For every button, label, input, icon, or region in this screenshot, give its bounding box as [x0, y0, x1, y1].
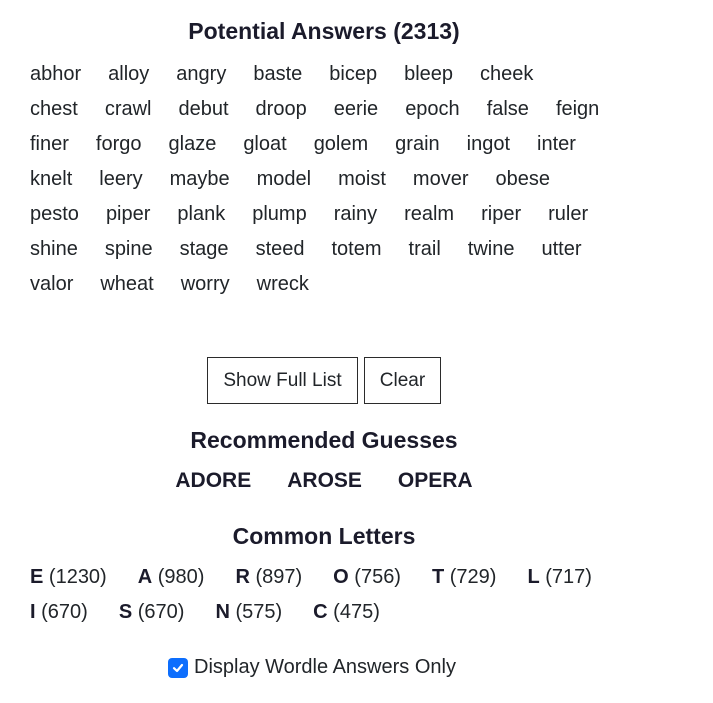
answer-word[interactable]: moist: [338, 167, 386, 192]
letter: T: [431, 566, 445, 588]
answer-word[interactable]: leery: [99, 167, 142, 192]
letter-count: (575): [235, 601, 283, 623]
clear-button[interactable]: Clear: [364, 357, 441, 404]
answer-word[interactable]: realm: [404, 202, 454, 227]
letter-frequency-item: I (670): [30, 600, 88, 625]
answer-word[interactable]: baste: [253, 62, 302, 87]
answer-word[interactable]: feign: [556, 97, 599, 122]
answer-word[interactable]: abhor: [30, 62, 81, 87]
answer-word[interactable]: obese: [496, 167, 551, 192]
recommended-guesses-list: ADORE AROSE OPERA: [0, 469, 648, 493]
recommended-guess[interactable]: AROSE: [287, 469, 362, 493]
answer-word[interactable]: false: [487, 97, 529, 122]
letter-count: (756): [354, 566, 401, 588]
letter-frequency-item: N (575): [215, 600, 282, 625]
common-letters-list: E (1230) A (980) R (897) O (756) T (729) L (7…: [30, 565, 650, 625]
answer-word[interactable]: glaze: [169, 132, 217, 157]
letter-count: (729): [449, 566, 497, 588]
answer-word[interactable]: totem: [332, 237, 382, 262]
letter: E: [30, 566, 44, 588]
answer-word[interactable]: alloy: [108, 62, 149, 87]
answer-word[interactable]: forgo: [96, 132, 142, 157]
answer-word[interactable]: bicep: [329, 62, 377, 87]
answer-word[interactable]: stage: [180, 237, 229, 262]
wordle-answers-only-checkbox[interactable]: [168, 657, 188, 678]
answer-word[interactable]: pesto: [30, 202, 79, 227]
letter-frequency-item: A (980): [138, 565, 205, 590]
answer-word[interactable]: trail: [409, 237, 441, 262]
answer-word[interactable]: maybe: [170, 167, 230, 192]
answer-word[interactable]: wheat: [100, 272, 153, 297]
answer-word[interactable]: finer: [30, 132, 69, 157]
letter-count: (980): [157, 566, 205, 588]
recommended-guess[interactable]: OPERA: [398, 469, 473, 493]
letter: I: [30, 601, 36, 623]
answer-word[interactable]: twine: [468, 237, 515, 262]
answer-word[interactable]: golem: [314, 132, 368, 157]
solver-panel: Potential Answers (2313) abhor alloy angry…: [0, 0, 713, 703]
letter-count: (897): [255, 566, 303, 588]
common-letters-heading: Common Letters: [232, 523, 416, 549]
answer-word[interactable]: plank: [177, 202, 225, 227]
letter-frequency-item: L (717): [527, 565, 591, 590]
answer-word[interactable]: gloat: [243, 132, 286, 157]
letter-frequency-item: E (1230): [30, 565, 107, 590]
answer-word[interactable]: plump: [252, 202, 306, 227]
checkmark-icon: [172, 663, 184, 672]
list-actions: Show Full List Clear: [207, 357, 441, 404]
answer-word[interactable]: angry: [176, 62, 226, 87]
answer-word[interactable]: utter: [541, 237, 581, 262]
answer-word[interactable]: worry: [181, 272, 230, 297]
wordle-answers-only-label: Display Wordle Answers Only: [194, 656, 456, 678]
show-full-list-button[interactable]: Show Full List: [207, 357, 358, 404]
answer-word[interactable]: mover: [413, 167, 469, 192]
answer-word[interactable]: chest: [30, 97, 78, 122]
answer-word[interactable]: rainy: [334, 202, 377, 227]
answer-word[interactable]: inter: [537, 132, 576, 157]
answer-word[interactable]: epoch: [405, 97, 460, 122]
answer-word[interactable]: model: [257, 167, 311, 192]
potential-answers-heading: Potential Answers (2313): [188, 18, 460, 44]
letter: C: [313, 601, 328, 623]
letter: S: [118, 601, 133, 623]
answer-word[interactable]: crawl: [105, 97, 152, 122]
potential-answers-list: abhor alloy angry baste bicep bleep cheek chest…: [30, 62, 630, 297]
recommended-guess[interactable]: ADORE: [175, 469, 251, 493]
letter-frequency-item: R (897): [235, 565, 302, 590]
answer-word[interactable]: grain: [395, 132, 439, 157]
letter-count: (670): [41, 601, 88, 623]
letter: R: [235, 566, 250, 588]
letter: L: [527, 566, 540, 588]
answer-word[interactable]: ruler: [548, 202, 588, 227]
answer-word[interactable]: valor: [30, 272, 73, 297]
letter: N: [215, 601, 230, 623]
answer-word[interactable]: shine: [30, 237, 78, 262]
answer-word[interactable]: knelt: [30, 167, 72, 192]
letter-count: (1230): [48, 566, 107, 588]
letter-frequency-item: T (729): [432, 565, 496, 590]
answer-word[interactable]: steed: [256, 237, 305, 262]
letter-count: (717): [545, 566, 592, 588]
answer-word[interactable]: cheek: [480, 62, 533, 87]
letter-frequency-item: O (756): [333, 565, 401, 590]
answer-word[interactable]: wreck: [257, 272, 309, 297]
answer-word[interactable]: debut: [178, 97, 228, 122]
letter-frequency-item: C (475): [313, 600, 380, 625]
answer-word[interactable]: bleep: [404, 62, 453, 87]
answer-word[interactable]: spine: [105, 237, 153, 262]
wordle-answers-only-option[interactable]: Display Wordle Answers Only: [168, 656, 456, 679]
letter-count: (670): [137, 601, 185, 623]
letter-frequency-item: S (670): [119, 600, 185, 625]
letter: A: [137, 566, 153, 588]
answer-word[interactable]: droop: [256, 97, 307, 122]
answer-word[interactable]: ingot: [467, 132, 510, 157]
answer-word[interactable]: riper: [481, 202, 521, 227]
answer-word[interactable]: piper: [106, 202, 150, 227]
answer-word[interactable]: eerie: [334, 97, 378, 122]
recommended-guesses-heading: Recommended Guesses: [190, 427, 458, 453]
letter-count: (475): [333, 601, 380, 623]
letter: O: [333, 566, 349, 588]
